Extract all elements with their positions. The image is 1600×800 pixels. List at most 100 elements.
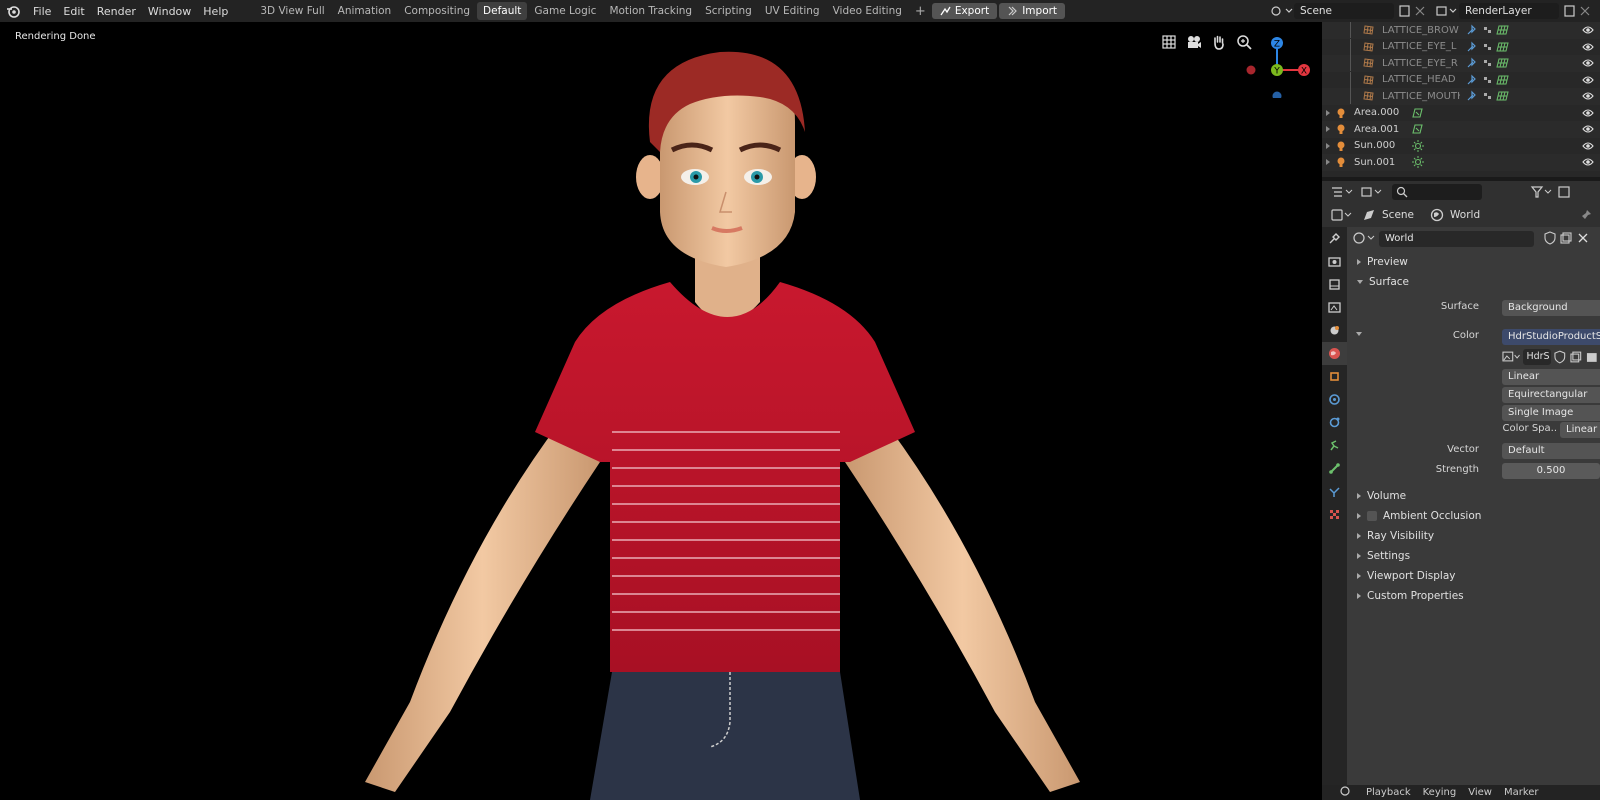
new-render-layer-icon[interactable] [1562, 4, 1578, 18]
interpolation-dropdown[interactable]: Linear [1502, 369, 1600, 385]
scene-name-field[interactable]: Scene [1294, 3, 1394, 19]
ambient-occlusion-checkbox[interactable] [1367, 511, 1377, 521]
outliner-item[interactable]: Area.001 [1322, 121, 1600, 138]
tab-compositing[interactable]: Compositing [398, 2, 476, 20]
unlink-world-icon[interactable] [1576, 231, 1590, 245]
menu-render[interactable]: Render [91, 5, 142, 18]
outliner-item[interactable]: LATTICE_EYE_L [1322, 38, 1600, 56]
visibility-eye-icon[interactable] [1582, 42, 1594, 52]
modifier-data-icons[interactable] [1464, 24, 1524, 36]
outliner-item[interactable]: Area.000 [1322, 105, 1600, 122]
import-button[interactable]: Import [999, 3, 1066, 19]
tab-game-logic[interactable]: Game Logic [528, 2, 602, 20]
expand-icon[interactable] [1326, 159, 1330, 166]
light-data-icon[interactable] [1412, 156, 1472, 169]
menu-file[interactable]: File [27, 5, 57, 18]
outliner-item[interactable]: LATTICE_EYE_R [1322, 55, 1600, 72]
section-viewport-display[interactable]: Viewport Display [1357, 570, 1455, 582]
visibility-eye-icon[interactable] [1582, 91, 1594, 101]
section-surface[interactable]: Surface [1357, 276, 1409, 288]
tab-uv-editing[interactable]: UV Editing [759, 2, 826, 20]
output-tab[interactable] [1322, 273, 1347, 296]
section-preview[interactable]: Preview [1357, 256, 1408, 268]
menu-window[interactable]: Window [142, 5, 197, 18]
world-browse-icon[interactable] [1353, 231, 1377, 245]
world-tab[interactable] [1322, 342, 1347, 365]
properties-editor-icon[interactable] [1330, 208, 1354, 222]
fake-user-shield-icon[interactable] [1543, 231, 1557, 245]
source-dropdown[interactable]: Single Image [1502, 405, 1600, 421]
modifier-data-icons[interactable] [1464, 74, 1524, 86]
color-space-dropdown[interactable]: Linear [1560, 422, 1600, 438]
tool-tab[interactable] [1322, 227, 1347, 250]
menu-edit[interactable]: Edit [57, 5, 90, 18]
constraints-tab[interactable] [1322, 457, 1347, 480]
pin-icon[interactable] [1580, 209, 1592, 221]
modifier-tab[interactable] [1322, 388, 1347, 411]
object-tab[interactable] [1322, 365, 1347, 388]
physics-tab[interactable] [1322, 434, 1347, 457]
export-button[interactable]: Export [931, 3, 998, 19]
projection-dropdown[interactable]: Equirectangular [1502, 387, 1600, 403]
expand-icon[interactable] [1326, 142, 1330, 149]
scene-selector[interactable]: Scene [1270, 2, 1427, 20]
timeline-editor-icon[interactable] [1340, 785, 1354, 797]
modifier-data-icons[interactable] [1464, 57, 1524, 69]
timeline-menu-keying[interactable]: Keying [1423, 787, 1457, 798]
outliner-item[interactable]: LATTICE_HEAD [1322, 71, 1600, 89]
object-data-tab[interactable] [1322, 480, 1347, 503]
color-texture-field[interactable]: HdrStudioProductSof... [1502, 329, 1600, 345]
display-mode-icon[interactable] [1360, 185, 1384, 199]
vector-field[interactable]: Default [1502, 443, 1600, 459]
3d-viewport[interactable]: Rendering Done Z X Y [0, 22, 1322, 800]
editor-type-icon[interactable] [1330, 185, 1354, 199]
scene-tab[interactable] [1322, 319, 1347, 342]
tab-motion-tracking[interactable]: Motion Tracking [603, 2, 698, 20]
visibility-eye-icon[interactable] [1582, 75, 1594, 85]
new-scene-icon[interactable] [1397, 4, 1413, 18]
world-name-field[interactable]: World [1379, 231, 1534, 247]
timeline-menu-view[interactable]: View [1468, 787, 1492, 798]
view-layer-tab[interactable] [1322, 296, 1347, 319]
render-layer-selector[interactable]: RenderLayer [1435, 2, 1592, 20]
visibility-eye-icon[interactable] [1582, 124, 1594, 134]
delete-scene-icon[interactable] [1413, 4, 1427, 18]
menu-help[interactable]: Help [197, 5, 234, 18]
outliner-item[interactable]: Sun.000 [1322, 138, 1600, 155]
pan-hand-icon[interactable] [1211, 34, 1227, 50]
light-data-icon[interactable] [1412, 139, 1472, 152]
visibility-eye-icon[interactable] [1582, 141, 1594, 151]
surface-shader-field[interactable]: Background [1502, 300, 1600, 316]
visibility-eye-icon[interactable] [1582, 157, 1594, 167]
tab-video-editing[interactable]: Video Editing [827, 2, 908, 20]
image-name-field[interactable]: HdrS [1523, 349, 1552, 365]
section-volume[interactable]: Volume [1357, 490, 1406, 502]
image-duplicate-icon[interactable] [1569, 350, 1583, 364]
section-settings[interactable]: Settings [1357, 550, 1410, 562]
navigation-gizmo[interactable]: Z X Y [1242, 28, 1312, 98]
image-browse-icon[interactable] [1502, 350, 1521, 364]
tab-scripting[interactable]: Scripting [699, 2, 758, 20]
section-ambient-occlusion[interactable]: Ambient Occlusion [1357, 510, 1481, 522]
color-collapse-icon[interactable] [1356, 332, 1362, 336]
outliner-search-input[interactable] [1392, 184, 1482, 200]
camera-view-icon[interactable] [1186, 34, 1202, 50]
visibility-eye-icon[interactable] [1582, 58, 1594, 68]
grid-view-icon[interactable] [1161, 34, 1177, 50]
visibility-eye-icon[interactable] [1582, 25, 1594, 35]
delete-render-layer-icon[interactable] [1578, 4, 1592, 18]
tab-3d-view-full[interactable]: 3D View Full [254, 2, 330, 20]
particles-tab[interactable] [1322, 411, 1347, 434]
visibility-eye-icon[interactable] [1582, 108, 1594, 118]
duplicate-world-icon[interactable] [1559, 231, 1573, 245]
section-custom-properties[interactable]: Custom Properties [1357, 590, 1464, 602]
modifier-data-icons[interactable] [1464, 41, 1524, 53]
outliner-item[interactable]: LATTICE_BROW [1322, 22, 1600, 39]
new-collection-icon[interactable] [1557, 185, 1571, 199]
add-workspace-button[interactable]: + [909, 4, 932, 19]
tab-animation[interactable]: Animation [332, 2, 398, 20]
image-open-icon[interactable] [1585, 350, 1599, 364]
render-layer-field[interactable]: RenderLayer [1459, 3, 1559, 19]
outliner-item[interactable]: LATTICE_MOUTH [1322, 88, 1600, 105]
render-tab[interactable] [1322, 250, 1347, 273]
